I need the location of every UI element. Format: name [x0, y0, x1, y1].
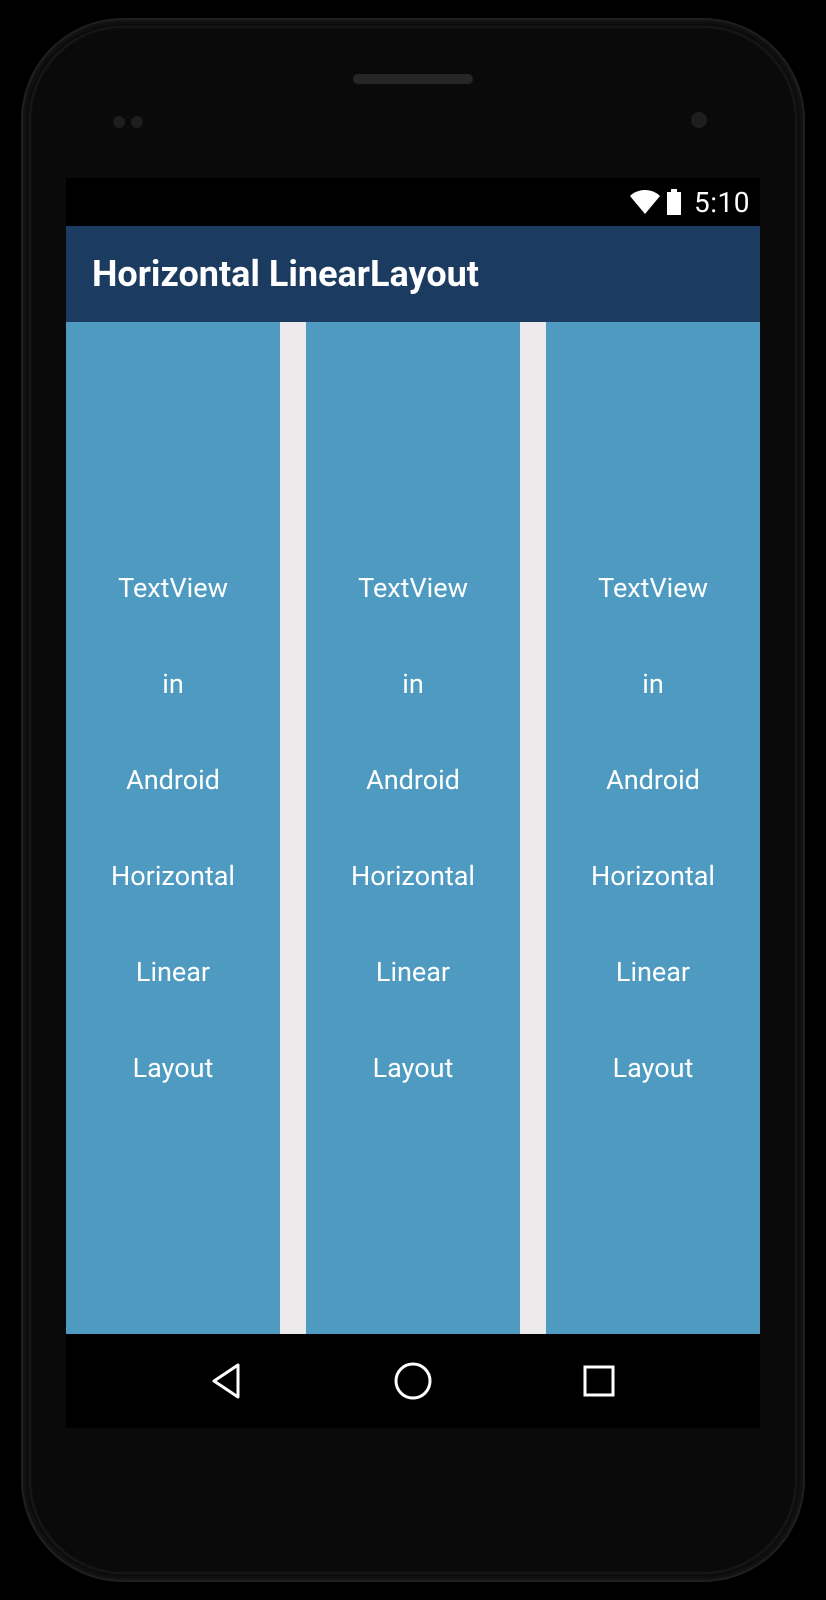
app-title: Horizontal LinearLayout [92, 253, 479, 295]
status-time: 5:10 [694, 186, 750, 219]
phone-camera-dot [691, 112, 707, 128]
text-line: Linear [616, 956, 690, 988]
back-button[interactable] [204, 1357, 252, 1405]
text-line: Layout [133, 1052, 214, 1084]
phone-sensor-dots [113, 116, 125, 128]
text-line: in [162, 668, 183, 700]
text-line: in [402, 668, 423, 700]
text-line: Android [126, 764, 220, 796]
text-line: Horizontal [351, 860, 475, 892]
horizontal-linear-layout: TextView in Android Horizontal Linear La… [66, 322, 760, 1334]
text-line: in [642, 668, 663, 700]
phone-speaker [353, 74, 473, 84]
textview-column-1: TextView in Android Horizontal Linear La… [66, 322, 280, 1334]
text-line: Horizontal [591, 860, 715, 892]
recents-button[interactable] [575, 1357, 623, 1405]
text-line: Layout [373, 1052, 454, 1084]
navigation-bar [66, 1334, 760, 1428]
text-line: Linear [136, 956, 210, 988]
text-line: TextView [118, 572, 228, 604]
text-line: TextView [358, 572, 468, 604]
text-line: TextView [598, 572, 708, 604]
battery-icon [666, 189, 682, 215]
text-line: Layout [613, 1052, 694, 1084]
screen: 5:10 Horizontal LinearLayout TextView in… [66, 178, 760, 1334]
status-bar: 5:10 [66, 178, 760, 226]
app-bar: Horizontal LinearLayout [66, 226, 760, 322]
textview-column-2: TextView in Android Horizontal Linear La… [306, 322, 520, 1334]
text-line: Android [606, 764, 700, 796]
text-line: Android [366, 764, 460, 796]
textview-column-3: TextView in Android Horizontal Linear La… [546, 322, 760, 1334]
phone-frame: 5:10 Horizontal LinearLayout TextView in… [23, 20, 803, 1580]
text-line: Linear [376, 956, 450, 988]
text-line: Horizontal [111, 860, 235, 892]
status-icons: 5:10 [630, 186, 750, 219]
home-button[interactable] [389, 1357, 437, 1405]
wifi-icon [630, 190, 660, 214]
